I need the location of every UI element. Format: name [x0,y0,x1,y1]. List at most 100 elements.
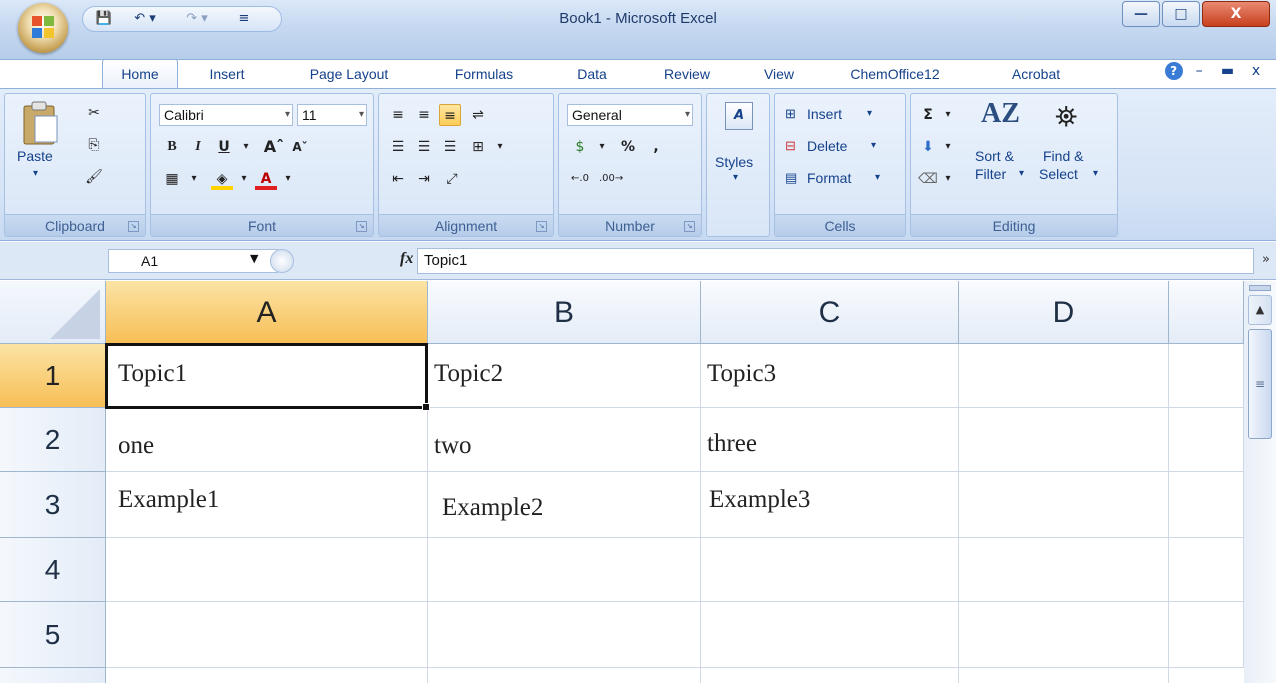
cell-a5[interactable] [106,602,428,668]
ribbon-restore-button[interactable]: ▬ [1216,63,1240,79]
align-middle-icon[interactable]: ≡ [413,104,435,126]
tab-view[interactable]: View [753,60,805,88]
cell-c3[interactable]: Example3 [701,472,959,538]
tab-acrobat[interactable]: Acrobat [996,60,1076,88]
cell-d1[interactable] [959,344,1169,408]
align-bottom-icon[interactable]: ≡ [439,104,461,126]
vertical-scrollbar[interactable]: ▲ ≡ [1244,281,1276,683]
grow-font-button[interactable]: Aˆ [263,136,285,158]
cell-b1[interactable]: Topic2 [428,344,701,408]
cell-d3[interactable] [959,472,1169,538]
name-box-dropdown-icon[interactable]: ▼ [250,252,258,265]
decrease-decimal-icon[interactable]: .00→ [599,168,623,190]
column-header-b[interactable]: B [428,281,701,344]
cell-e5[interactable] [1169,602,1244,668]
copy-icon[interactable]: ⎘ [83,134,105,156]
expand-formula-bar-icon[interactable]: » [1262,252,1270,267]
cell-d4[interactable] [959,538,1169,602]
accounting-format-icon[interactable]: $ [569,136,591,158]
tab-insert[interactable]: Insert [194,60,260,88]
cell-a4[interactable] [106,538,428,602]
column-header-c[interactable]: C [701,281,959,344]
clear-dropdown-icon[interactable]: ▾ [937,168,959,190]
tab-review[interactable]: Review [654,60,720,88]
fill-handle[interactable] [422,403,430,411]
insert-function-button[interactable]: fx [400,250,413,268]
cell-c5[interactable] [701,602,959,668]
cut-icon[interactable]: ✂ [83,102,105,124]
merge-center-icon[interactable]: ⊞ [467,136,489,158]
cell-e4[interactable] [1169,538,1244,602]
font-name-combo[interactable]: Calibri ▾ [159,104,293,126]
percent-style-button[interactable]: % [617,136,639,158]
increase-indent-icon[interactable]: ⇥ [413,168,435,190]
tab-data[interactable]: Data [564,60,620,88]
clear-icon[interactable]: ⌫ [917,168,939,190]
ribbon-close-button[interactable]: x [1244,63,1268,79]
font-launcher-icon[interactable]: ↘ [356,221,367,232]
find-select-button[interactable]: ⛯ Find & Select ▾ [1037,98,1111,194]
cell-b6[interactable] [428,668,701,683]
delete-cells-button[interactable]: ⊟ Delete ▾ [785,136,901,158]
scroll-up-button[interactable]: ▲ [1248,295,1272,325]
cell-c4[interactable] [701,538,959,602]
borders-icon[interactable]: ▦ [161,168,183,190]
row-header-1[interactable]: 1 [0,344,106,408]
decrease-indent-icon[interactable]: ⇤ [387,168,409,190]
tab-chemoffice12[interactable]: ChemOffice12 [837,60,953,88]
merge-dropdown-icon[interactable]: ▾ [489,136,511,158]
increase-decimal-icon[interactable]: ←.0 [569,168,591,190]
align-center-icon[interactable]: ☰ [413,136,435,158]
orientation-icon[interactable]: ⤢ [441,168,463,190]
row-header-6[interactable] [0,668,106,683]
paste-dropdown-icon[interactable]: ▾ [33,168,38,179]
cell-e3[interactable] [1169,472,1244,538]
column-header-e[interactable] [1169,281,1244,344]
cell-e1[interactable] [1169,344,1244,408]
formula-input[interactable]: Topic1 [417,248,1254,274]
shrink-font-button[interactable]: Aˇ [289,136,311,158]
bold-button[interactable]: B [161,136,183,158]
align-left-icon[interactable]: ☰ [387,136,409,158]
select-all-button[interactable] [0,281,106,344]
minimize-button[interactable]: — [1122,1,1160,27]
alignment-launcher-icon[interactable]: ↘ [536,221,547,232]
cell-d6[interactable] [959,668,1169,683]
number-launcher-icon[interactable]: ↘ [684,221,695,232]
insert-cells-button[interactable]: ⊞ Insert ▾ [785,104,901,126]
cell-d2[interactable] [959,408,1169,472]
tab-page-layout[interactable]: Page Layout [293,60,405,88]
row-header-4[interactable]: 4 [0,538,106,602]
align-top-icon[interactable]: ≡ [387,104,409,126]
cell-d5[interactable] [959,602,1169,668]
cell-a6[interactable] [106,668,428,683]
ribbon-minimize-button[interactable]: – [1187,63,1211,79]
wrap-text-icon[interactable]: ⇌ [467,104,489,126]
font-size-combo[interactable]: 11 ▾ [297,104,367,126]
cell-a1[interactable]: Topic1 [106,344,428,408]
cell-a2[interactable]: one [106,408,428,472]
format-cells-button[interactable]: ▤ Format ▾ [785,168,901,190]
cell-c1[interactable]: Topic3 [701,344,959,408]
cell-b2[interactable]: two [428,408,701,472]
number-format-combo[interactable]: General ▾ [567,104,693,126]
italic-button[interactable]: I [187,136,209,158]
row-header-3[interactable]: 3 [0,472,106,538]
align-right-icon[interactable]: ☰ [439,136,461,158]
cell-c2[interactable]: three [701,408,959,472]
tab-home[interactable]: Home [102,59,178,89]
row-header-2[interactable]: 2 [0,408,106,472]
autosum-button[interactable]: Σ [917,104,939,126]
maximize-button[interactable]: □ [1162,1,1200,27]
underline-button[interactable]: U [213,136,235,158]
accounting-dropdown-icon[interactable]: ▾ [591,136,613,158]
underline-dropdown-icon[interactable]: ▾ [235,136,257,158]
sort-filter-button[interactable]: AZ Sort & Filter ▾ [969,98,1035,194]
column-header-d[interactable]: D [959,281,1169,344]
borders-dropdown-icon[interactable]: ▾ [183,168,205,190]
font-color-icon[interactable]: A [255,168,277,190]
cell-e2[interactable] [1169,408,1244,472]
styles-button[interactable]: A Styles ▾ [713,102,765,192]
autosum-dropdown-icon[interactable]: ▾ [937,104,959,126]
fill-color-dropdown-icon[interactable]: ▾ [233,168,255,190]
